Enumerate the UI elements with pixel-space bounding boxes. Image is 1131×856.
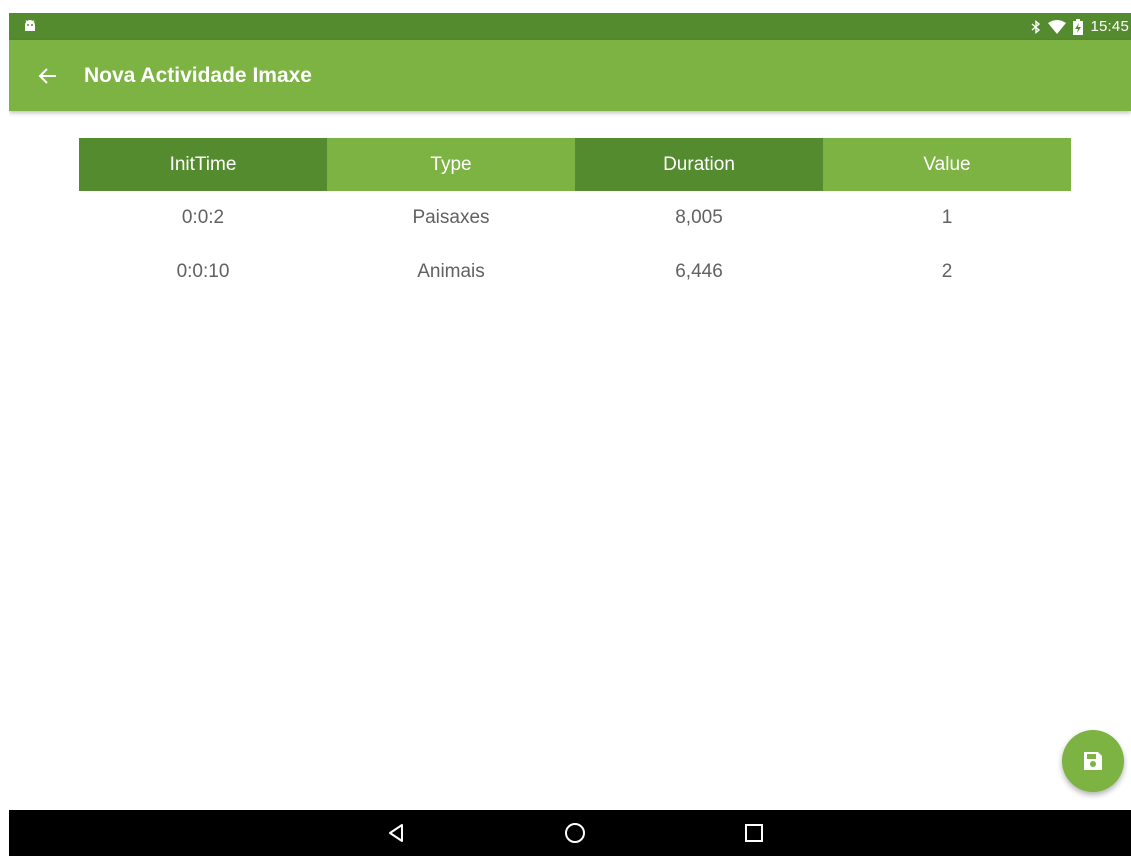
- device-screen: 15:45 Nova Actividade Imaxe InitTime Typ…: [9, 13, 1131, 856]
- save-fab-button[interactable]: [1062, 730, 1124, 792]
- table-header-row: InitTime Type Duration Value: [79, 138, 1071, 191]
- column-header-inittime: InitTime: [79, 138, 327, 191]
- nav-recents-button[interactable]: [731, 810, 777, 856]
- page-title: Nova Actividade Imaxe: [84, 64, 312, 87]
- nav-back-button[interactable]: [373, 810, 419, 856]
- system-nav-bar: [9, 810, 1131, 856]
- table-cell-value: 2: [941, 261, 953, 282]
- nav-home-icon: [565, 823, 585, 843]
- nav-back-icon: [389, 824, 403, 842]
- nav-home-button[interactable]: [552, 810, 598, 856]
- data-table: InitTime Type Duration Value 0:0:2 Paisa…: [79, 138, 1071, 299]
- android-notification-icon: [25, 20, 35, 31]
- table-cell-type: Paisaxes: [412, 207, 490, 228]
- status-time: 15:45: [1090, 18, 1129, 35]
- table-cell-inittime: 0:0:10: [176, 261, 230, 282]
- column-header-duration: Duration: [575, 138, 823, 191]
- table-cell-type: Animais: [417, 261, 485, 282]
- table-row: 0:0:10 Animais 6,446 2: [79, 245, 1071, 299]
- table-cell-value: 1: [941, 207, 953, 228]
- status-bar: 15:45: [9, 13, 1131, 40]
- status-icons: 15:45: [1031, 13, 1131, 40]
- table-row: 0:0:2 Paisaxes 8,005 1: [79, 191, 1071, 245]
- table-cell-duration: 6,446: [675, 261, 723, 282]
- column-header-value: Value: [823, 138, 1071, 191]
- back-button[interactable]: [33, 61, 63, 91]
- nav-recents-icon: [745, 824, 763, 842]
- wifi-icon: [1048, 19, 1067, 34]
- app-bar: Nova Actividade Imaxe: [9, 40, 1131, 111]
- save-icon: [1084, 752, 1102, 770]
- table-cell-duration: 8,005: [675, 207, 723, 228]
- column-header-type: Type: [327, 138, 575, 191]
- battery-charging-icon: [1073, 18, 1084, 35]
- bluetooth-icon: [1031, 19, 1041, 34]
- arrow-back-icon: [38, 68, 56, 84]
- table-cell-inittime: 0:0:2: [181, 207, 225, 228]
